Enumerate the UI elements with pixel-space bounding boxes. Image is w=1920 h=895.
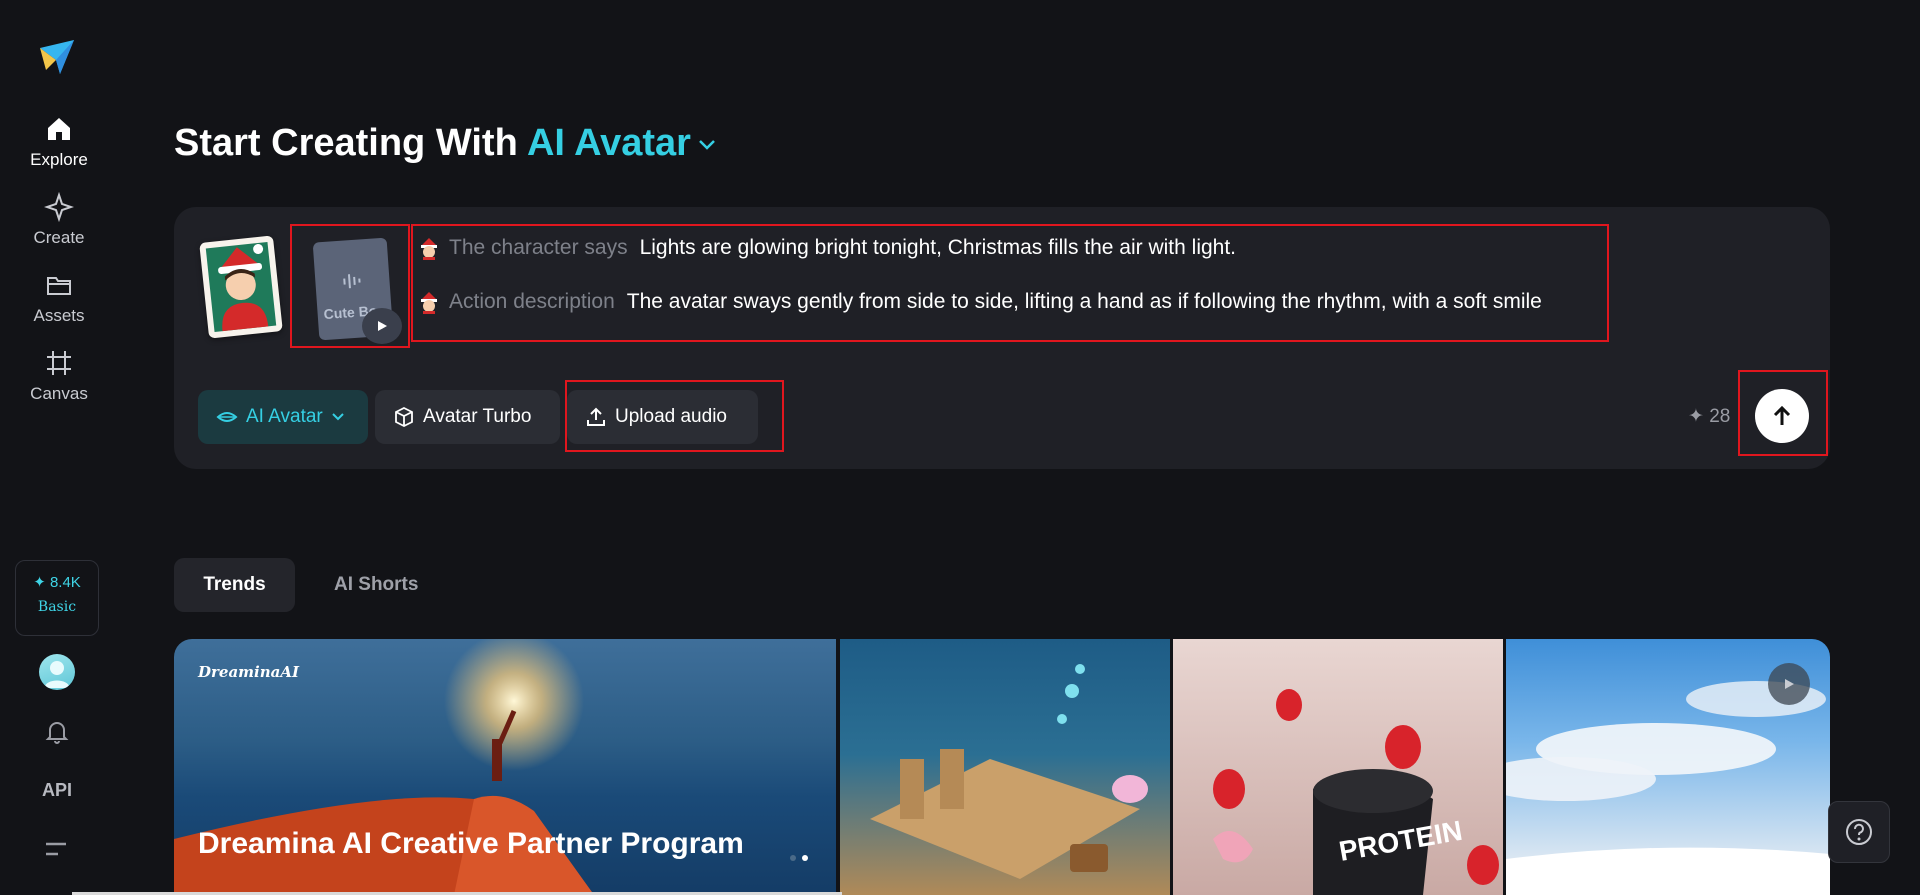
cube-icon (395, 406, 413, 428)
sidebar-item-explore[interactable]: Explore (0, 114, 118, 170)
play-icon (378, 321, 387, 331)
home-icon (48, 118, 70, 140)
credits-amount: ✦ 8.4K (33, 574, 81, 591)
sidebar: Explore Create Assets Canvas ✦ 8.4K Basi… (0, 0, 118, 895)
question-icon (1846, 819, 1872, 845)
santa-avatar-icon (421, 292, 437, 314)
protein-tile[interactable]: PROTEIN (1173, 639, 1503, 895)
model-select-button[interactable]: Avatar Turbo (375, 390, 560, 444)
bell-icon[interactable] (43, 718, 71, 746)
sidebar-item-label: Assets (33, 306, 85, 325)
sidebar-item-create[interactable]: Create (0, 192, 118, 248)
tab-trends[interactable]: Trends (174, 558, 295, 612)
character-says-value[interactable]: Lights are glowing bright tonight, Chris… (640, 236, 1236, 260)
character-says-line: The character says Lights are glowing br… (417, 236, 1236, 260)
page-title: Start Creating With AI Avatar (174, 122, 717, 165)
page-title-prefix: Start Creating With (174, 122, 527, 164)
sidebar-item-assets[interactable]: Assets (0, 270, 118, 326)
trends-gallery: DreaminaAI Dreamina AI Creative Partner … (174, 639, 1830, 895)
sky-tile[interactable] (1506, 639, 1830, 895)
character-says-label: The character says (449, 236, 628, 259)
menu-icon[interactable] (44, 840, 68, 860)
canvas-icon (47, 351, 71, 375)
sidebar-item-canvas[interactable]: Canvas (0, 348, 118, 404)
santa-avatar-icon (421, 238, 437, 260)
prompt-card: Cute Bo The character says Lights are gl… (174, 207, 1830, 469)
model-select-label: Avatar Turbo (423, 406, 532, 427)
partner-program-banner[interactable]: DreaminaAI Dreamina AI Creative Partner … (174, 639, 836, 895)
chevron-down-icon[interactable] (697, 138, 717, 152)
lips-icon (216, 412, 238, 422)
santa-avatar-icon (205, 241, 277, 333)
sparkle-icon (44, 192, 74, 222)
ocean-ruins-tile[interactable] (840, 639, 1170, 895)
action-description-value[interactable]: The avatar sways gently from side to sid… (627, 290, 1542, 314)
submit-highlight (1738, 370, 1828, 456)
app-root: Explore Create Assets Canvas ✦ 8.4K Basi… (0, 0, 1920, 895)
audio-play-button[interactable] (362, 308, 402, 344)
dreamina-brand-mark: DreaminaAI (198, 663, 300, 681)
chevron-down-icon (332, 413, 344, 421)
dreamina-logo-icon[interactable] (36, 36, 78, 78)
api-link[interactable]: API (0, 780, 114, 801)
folder-icon (47, 277, 71, 295)
model-switcher[interactable]: AI Avatar (527, 122, 691, 164)
upload-icon (587, 407, 605, 426)
audio-attachment[interactable]: Cute Bo (290, 224, 410, 348)
character-image[interactable] (199, 235, 283, 339)
mode-select-label: AI Avatar (246, 406, 323, 427)
user-icon (44, 661, 70, 688)
play-icon (1785, 679, 1794, 689)
arrow-up-icon (1773, 405, 1791, 425)
sidebar-item-label: Explore (30, 150, 88, 169)
ocean-ruins-art (870, 664, 1148, 879)
waveform-icon (343, 274, 361, 289)
upload-audio-label: Upload audio (615, 406, 727, 427)
avatar[interactable] (39, 654, 75, 690)
carousel-dots[interactable] (790, 855, 808, 861)
prompt-text[interactable]: The character says Lights are glowing br… (411, 224, 1609, 342)
submit-button[interactable] (1755, 389, 1809, 443)
sidebar-item-label: Create (33, 228, 85, 247)
action-description-line: Action description The avatar sways gent… (417, 290, 1542, 314)
video-play-button[interactable] (1768, 663, 1810, 705)
credits-badge[interactable]: ✦ 8.4K Basic (15, 560, 99, 636)
credit-cost: ✦ 28 (1688, 406, 1731, 427)
mode-select-button[interactable]: AI Avatar (198, 390, 368, 444)
plan-tier: Basic (37, 599, 77, 615)
help-button[interactable] (1828, 801, 1890, 863)
tab-ai-shorts[interactable]: AI Shorts (304, 558, 448, 612)
banner-title: Dreamina AI Creative Partner Program (198, 827, 744, 860)
action-description-label: Action description (449, 290, 615, 313)
protein-art: PROTEIN (1213, 689, 1499, 895)
upload-audio-button[interactable]: Upload audio (567, 390, 758, 444)
sidebar-item-label: Canvas (30, 384, 88, 403)
